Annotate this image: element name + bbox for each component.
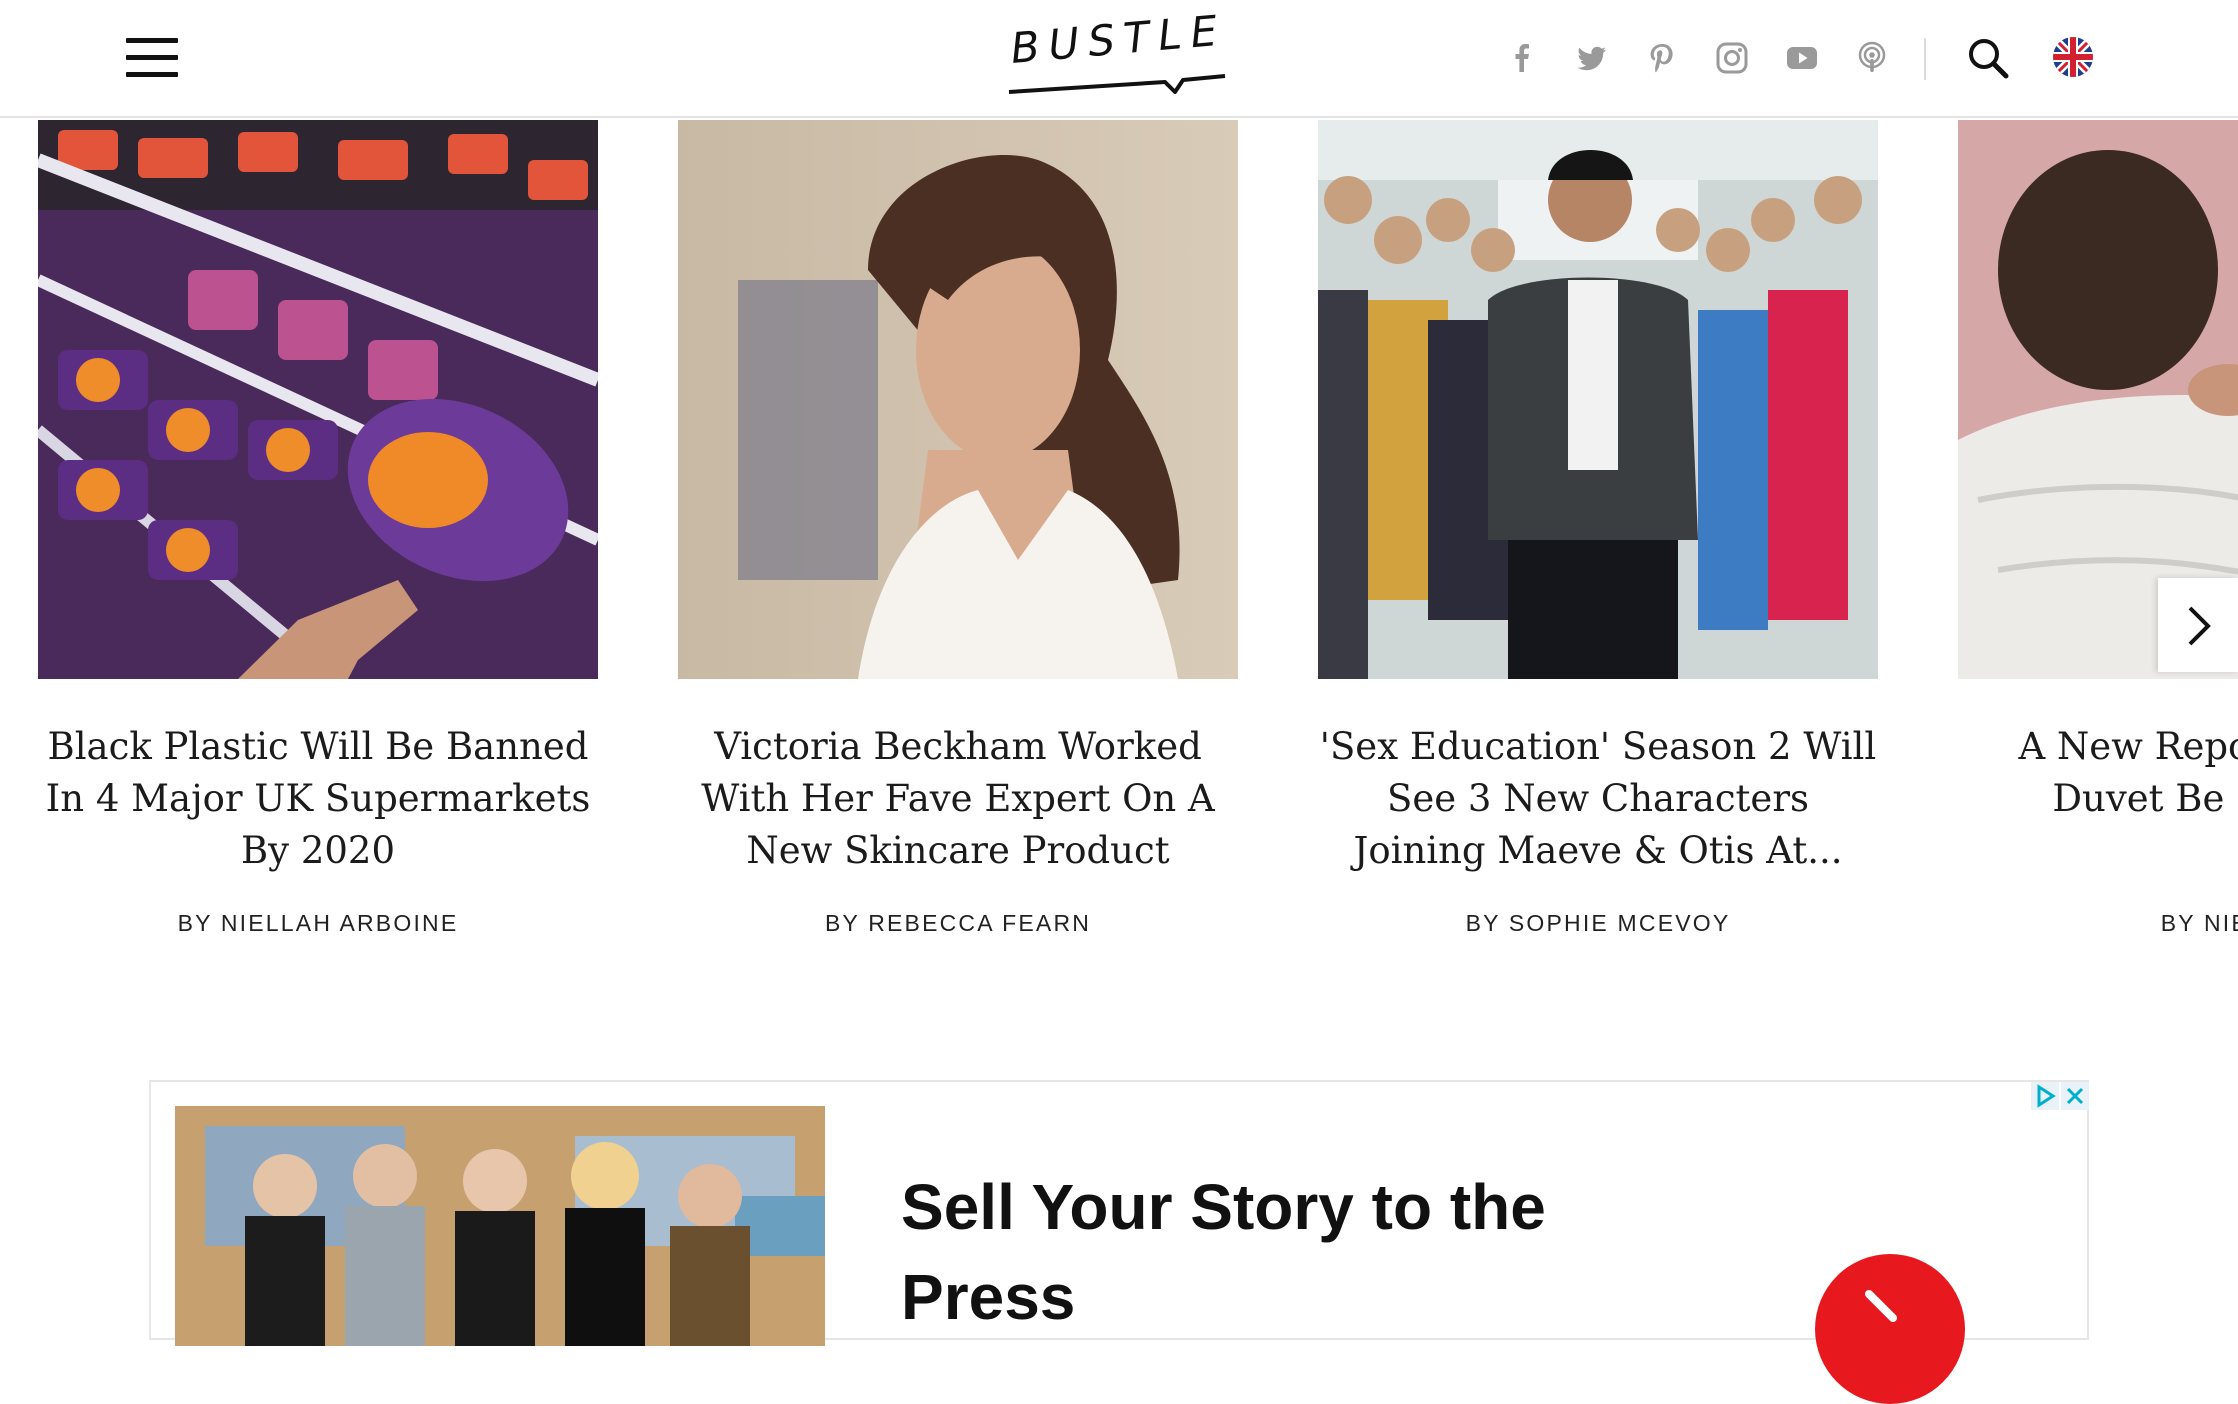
carousel-next-button[interactable] (2158, 578, 2238, 672)
adchoices-icon[interactable] (2031, 1082, 2059, 1110)
ad-cta-button[interactable] (1815, 1254, 1965, 1404)
article-byline[interactable]: BY REBECCA FEARN (678, 910, 1238, 937)
header-divider (1924, 38, 1926, 80)
article-byline[interactable]: BY SOPHIE MCEVOY (1318, 910, 1878, 937)
youtube-icon[interactable] (1782, 38, 1822, 78)
tv-studio-group-photo[interactable] (175, 1106, 825, 1346)
facebook-icon[interactable] (1502, 38, 1542, 78)
article-title[interactable]: 'Sex Education' Season 2 Will See 3 New … (1318, 721, 1878, 877)
sex-education-cast-photo[interactable] (1318, 120, 1878, 679)
article-carousel: Black Plastic Will Be Banned In 4 Major … (0, 118, 2238, 988)
supermarket-shelf-photo[interactable] (38, 120, 598, 679)
chevron-right-icon (2188, 606, 2211, 646)
article-byline[interactable]: BY NIELLAH (1958, 910, 2238, 937)
advertisement[interactable]: Sell Your Story to the Press (149, 1080, 2089, 1404)
article-title[interactable]: Victoria Beckham Worked With Her Fave Ex… (678, 721, 1238, 877)
uk-flag-icon[interactable] (2052, 36, 2094, 78)
bustle-logo[interactable]: BUSTLE (1005, 5, 1233, 98)
article-byline[interactable]: BY NIELLAH ARBOINE (38, 910, 598, 937)
ad-headline[interactable]: Sell Your Story to the Press (901, 1162, 1621, 1342)
ad-close-icon[interactable] (2061, 1082, 2089, 1110)
instagram-icon[interactable] (1712, 38, 1752, 78)
twitter-icon[interactable] (1572, 38, 1612, 78)
victoria-beckham-photo[interactable] (678, 120, 1238, 679)
hamburger-menu-icon[interactable] (126, 36, 180, 78)
podcast-icon[interactable] (1852, 38, 1892, 78)
pinterest-icon[interactable] (1642, 38, 1682, 78)
site-header: BUSTLE (0, 0, 2238, 118)
arrow-right-icon (1865, 1290, 1897, 1322)
article-title[interactable]: Black Plastic Will Be Banned In 4 Major … (38, 721, 598, 877)
article-title[interactable]: A New Report "Feather Duvet Be Behind Yo (1958, 721, 2238, 825)
search-icon[interactable] (1964, 34, 2012, 82)
